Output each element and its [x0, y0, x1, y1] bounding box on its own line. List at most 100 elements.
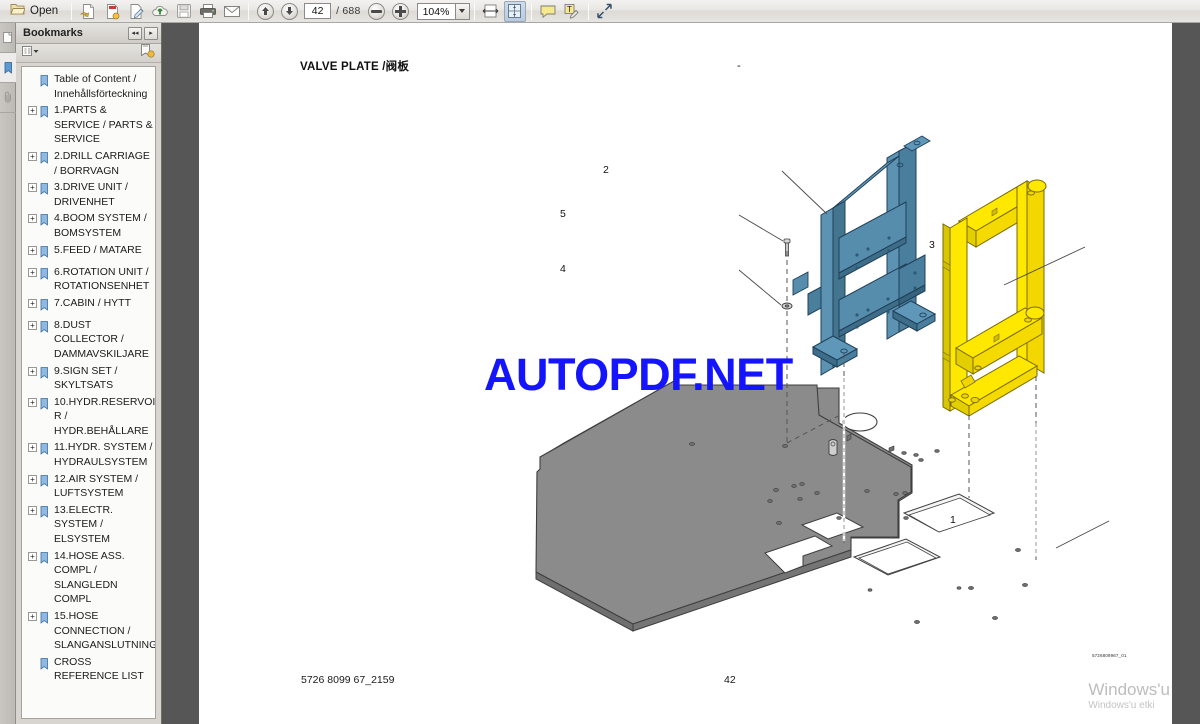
print-icon[interactable]	[197, 1, 219, 22]
bookmark-label: Table of Content / Innehållsförteckning	[54, 73, 148, 100]
bookmark-item[interactable]: +13.ELECTR. SYSTEM / ELSYSTEM	[22, 502, 155, 548]
page-number-input[interactable]: 42	[304, 3, 332, 19]
bookmark-item[interactable]: +6.ROTATION UNIT / ROTATIONSENHET	[22, 264, 155, 295]
bookmarks-toolbar	[16, 43, 161, 63]
attachments-tab[interactable]	[0, 83, 16, 113]
zoom-in-button[interactable]	[390, 1, 412, 22]
windows-activation-line2: Windows'u etki	[1088, 700, 1155, 711]
bookmark-icon	[40, 182, 51, 200]
bookmark-icon	[40, 366, 51, 384]
bookmark-label: 11.HYDR. SYSTEM / HYDRAULSYSTEM	[54, 441, 153, 469]
open-button[interactable]: Open	[5, 1, 66, 22]
bookmark-label: 8.DUST COLLECTOR / DAMMAVSKILJARE	[54, 318, 149, 360]
next-page-button[interactable]	[278, 1, 300, 22]
page-thumbnails-tab[interactable]	[0, 23, 16, 53]
highlight-text-icon[interactable]: T	[561, 1, 583, 22]
bookmark-item[interactable]: +4.BOOM SYSTEM / BOMSYSTEM	[22, 210, 155, 241]
edit-pdf-icon[interactable]	[125, 1, 147, 22]
bookmark-item[interactable]: +11.HYDR. SYSTEM / HYDRAULSYSTEM	[22, 439, 155, 470]
callout-1: 1	[950, 514, 956, 526]
comment-icon[interactable]	[537, 1, 559, 22]
bookmark-item[interactable]: CROSS REFERENCE LIST	[22, 654, 155, 685]
expand-bookmark-icon[interactable]: +	[28, 505, 37, 515]
bookmarks-tab[interactable]	[0, 53, 16, 83]
callout-3: 3	[929, 239, 935, 251]
toolbar-separator	[587, 2, 589, 20]
bookmark-item[interactable]: +7.CABIN / HYTT	[22, 295, 155, 317]
pdf-page: VALVE PLATE /阀板 - 2 5 4 3 1 AUTOPDF.NET …	[199, 23, 1172, 724]
bookmark-icon	[40, 397, 51, 415]
chevron-down-icon[interactable]	[454, 2, 470, 20]
bookmark-icon	[40, 245, 51, 263]
expand-bookmark-icon[interactable]: +	[28, 106, 37, 116]
expand-bookmark-icon[interactable]: +	[28, 298, 37, 308]
collapse-all-icon[interactable]: ◂◂	[128, 26, 142, 40]
expand-bookmark-icon[interactable]: +	[28, 151, 37, 161]
toolbar-separator	[473, 2, 475, 20]
expand-bookmark-icon[interactable]: +	[28, 245, 37, 255]
bookmark-item[interactable]: +5.FEED / MATARE	[22, 242, 155, 264]
zoom-level-input[interactable]: 104%	[416, 2, 455, 20]
arrow-up-icon	[256, 2, 274, 20]
bookmarks-panel-title: Bookmarks	[23, 27, 83, 39]
arrow-down-icon	[280, 2, 298, 20]
fit-page-icon[interactable]	[503, 0, 526, 22]
toolbar-separator	[248, 2, 250, 20]
bookmark-icon	[40, 551, 51, 569]
svg-text:T: T	[567, 5, 572, 14]
save-icon[interactable]	[173, 1, 195, 22]
pdf-viewer-window: Open 42 / 688 104% T Bookmarks ◂◂ ▸ Tabl…	[0, 0, 1200, 724]
document-footer-code: 5726 8099 67_2159	[301, 674, 395, 686]
bookmark-icon	[40, 611, 51, 629]
bookmark-icon	[40, 442, 51, 460]
bookmark-item[interactable]: +14.HOSE ASS. COMPL / SLANGLEDN COMPL	[22, 548, 155, 608]
upload-cloud-icon[interactable]	[149, 1, 171, 22]
yellow-frame-part	[942, 179, 1047, 417]
expand-bookmark-icon[interactable]: +	[28, 320, 37, 330]
expand-bookmark-icon[interactable]: +	[28, 612, 37, 621]
bookmark-label: 13.ELECTR. SYSTEM / ELSYSTEM	[54, 503, 113, 546]
expand-panel-icon[interactable]: ▸	[144, 26, 158, 40]
bookmark-label: CROSS REFERENCE LIST	[54, 655, 144, 683]
new-bookmark-icon[interactable]	[140, 43, 155, 63]
expand-bookmark-icon[interactable]: +	[28, 443, 37, 453]
bookmark-item[interactable]: +1.PARTS & SERVICE / PARTS & SERVICE	[22, 102, 155, 148]
main-toolbar: Open 42 / 688 104% T	[0, 0, 1200, 23]
expand-bookmark-icon[interactable]: +	[28, 397, 37, 407]
bookmark-icon	[40, 505, 51, 523]
drawing-number: 5726809967_01	[1092, 653, 1127, 658]
expand-bookmark-icon[interactable]: +	[28, 551, 37, 561]
expand-bookmark-icon[interactable]: +	[28, 183, 37, 193]
expand-bookmark-icon[interactable]: +	[28, 474, 37, 484]
expand-bookmark-icon[interactable]: +	[28, 267, 37, 277]
bookmark-item[interactable]: +3.DRIVE UNIT / DRIVENHET	[22, 179, 155, 210]
bookmark-icon	[40, 267, 51, 285]
bookmark-item[interactable]: +9.SIGN SET / SKYLTSATS	[22, 363, 155, 394]
expand-bookmark-icon[interactable]: +	[28, 214, 37, 224]
callout-5: 5	[560, 208, 566, 220]
bookmark-item[interactable]: +15.HOSE CONNECTION / SLANGANSLUTNING	[22, 608, 155, 654]
expand-bookmark-icon[interactable]: +	[28, 366, 37, 376]
toolbar-separator	[530, 2, 532, 20]
washer-part	[781, 302, 793, 310]
email-icon[interactable]	[221, 1, 243, 22]
bookmarks-list[interactable]: Table of Content / Innehållsförteckning +…	[21, 66, 156, 719]
bookmark-item[interactable]: +2.DRILL CARRIAGE / BORRVAGN	[22, 148, 155, 179]
options-menu-icon[interactable]	[22, 44, 39, 62]
zoom-out-button[interactable]	[366, 1, 388, 22]
previous-page-button[interactable]	[254, 1, 276, 22]
fullscreen-icon[interactable]	[594, 1, 616, 22]
fit-width-icon[interactable]	[480, 1, 502, 22]
bookmark-item[interactable]: +12.AIR SYSTEM / LUFTSYSTEM	[22, 471, 155, 502]
bookmarks-panel: Bookmarks ◂◂ ▸ Table of Content / Innehå…	[16, 23, 162, 724]
document-view[interactable]: VALVE PLATE /阀板 - 2 5 4 3 1 AUTOPDF.NET …	[163, 23, 1200, 724]
bookmark-item[interactable]: +10.HYDR.RESERVOIR / HYDR.BEHÅLLARE	[22, 394, 155, 440]
create-pdf-icon[interactable]	[101, 1, 123, 22]
bookmark-item[interactable]: +8.DUST COLLECTOR / DAMMAVSKILJARE	[22, 317, 155, 363]
autopdf-watermark: AUTOPDF.NET	[484, 349, 793, 400]
plus-icon	[392, 2, 409, 20]
bookmark-label: 14.HOSE ASS. COMPL / SLANGLEDN COMPL	[54, 549, 125, 606]
bookmark-item[interactable]: Table of Content / Innehållsförteckning	[22, 71, 155, 102]
bookmark-label: 1.PARTS & SERVICE / PARTS & SERVICE	[54, 104, 153, 146]
save-as-icon[interactable]	[77, 1, 99, 22]
